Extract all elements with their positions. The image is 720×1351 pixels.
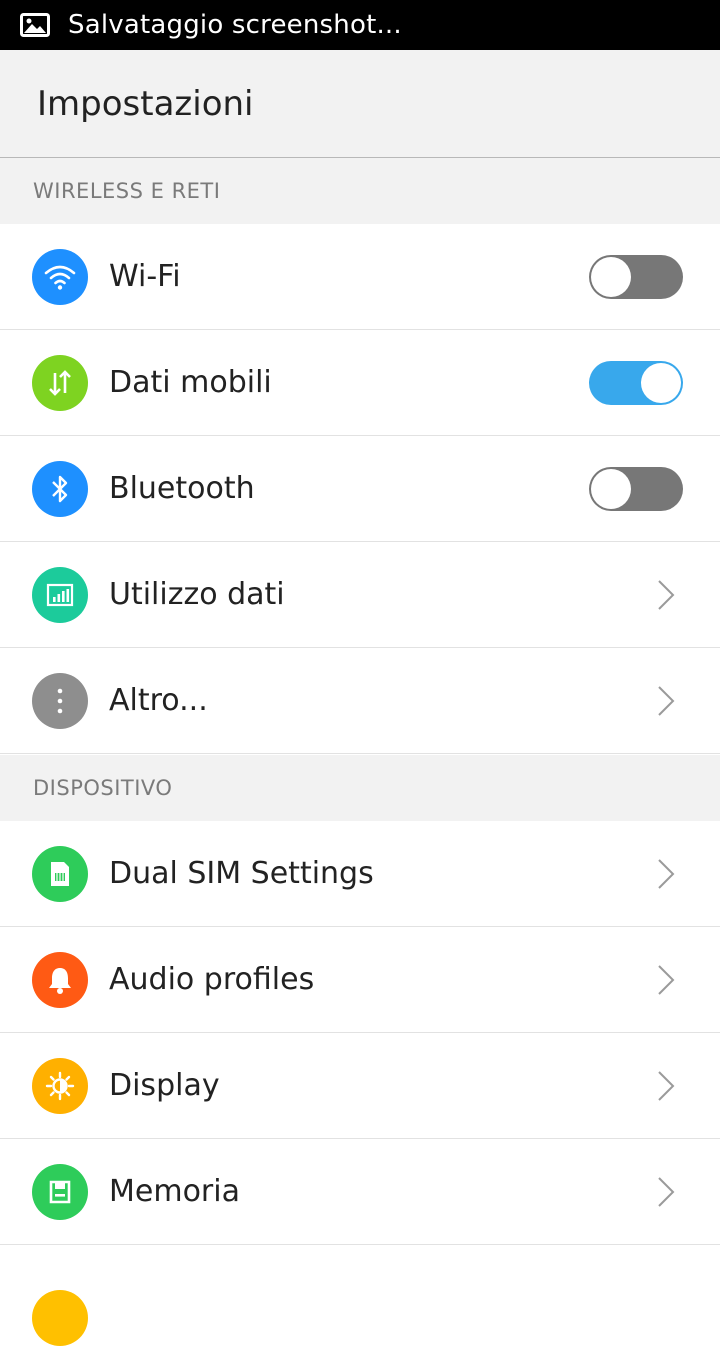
page-title: Impostazioni [37, 83, 254, 124]
storage-icon [32, 1163, 88, 1220]
chevron-right-icon [658, 964, 675, 995]
section-header-wireless: WIRELESS E RETI [0, 158, 720, 224]
settings-item-more[interactable]: Altro... [0, 648, 720, 754]
image-icon [20, 13, 50, 37]
mobile-data-toggle[interactable] [589, 360, 683, 405]
more-icon [32, 672, 88, 729]
settings-item-dual-sim[interactable]: Dual SIM Settings [0, 821, 720, 927]
chevron-right-icon [658, 579, 675, 610]
settings-item-data-usage[interactable]: Utilizzo dati [0, 542, 720, 648]
settings-item-audio-profiles[interactable]: Audio profiles [0, 927, 720, 1033]
toggle-knob [591, 468, 631, 509]
settings-item-partial[interactable] [0, 1245, 720, 1351]
section-label: DISPOSITIVO [33, 776, 173, 800]
settings-item-label: Utilizzo dati [109, 577, 285, 612]
settings-item-mobile-data[interactable]: Dati mobili [0, 330, 720, 436]
data-usage-icon [32, 566, 88, 623]
status-notification-text: Salvataggio screenshot... [68, 10, 402, 40]
section-header-device: DISPOSITIVO [0, 755, 720, 821]
section-label: WIRELESS E RETI [33, 179, 221, 203]
toggle-knob [641, 362, 681, 403]
brightness-icon [32, 1057, 88, 1114]
chevron-right-icon [658, 1176, 675, 1207]
chevron-right-icon [658, 1070, 675, 1101]
wifi-icon [32, 248, 88, 305]
settings-item-label: Bluetooth [109, 471, 255, 506]
settings-item-label: Altro... [109, 683, 208, 718]
data-transfer-icon [32, 354, 88, 411]
bluetooth-toggle[interactable] [589, 466, 683, 511]
settings-item-bluetooth[interactable]: Bluetooth [0, 436, 720, 542]
chevron-right-icon [658, 685, 675, 716]
wifi-toggle[interactable] [589, 254, 683, 299]
bell-icon [32, 951, 88, 1008]
status-bar: Salvataggio screenshot... [0, 0, 720, 50]
chevron-right-icon [658, 858, 675, 889]
settings-icon [32, 1290, 88, 1346]
toggle-knob [591, 256, 631, 297]
settings-item-label: Wi-Fi [109, 259, 181, 294]
settings-item-label: Dati mobili [109, 365, 272, 400]
bluetooth-icon [32, 460, 88, 517]
settings-item-memory[interactable]: Memoria [0, 1139, 720, 1245]
settings-item-label: Audio profiles [109, 962, 315, 997]
settings-item-wifi[interactable]: Wi-Fi [0, 224, 720, 330]
app-bar: Impostazioni [0, 50, 720, 158]
settings-item-label: Dual SIM Settings [109, 856, 374, 891]
sim-card-icon [32, 845, 88, 902]
settings-item-display[interactable]: Display [0, 1033, 720, 1139]
settings-item-label: Memoria [109, 1174, 240, 1209]
settings-item-label: Display [109, 1068, 220, 1103]
